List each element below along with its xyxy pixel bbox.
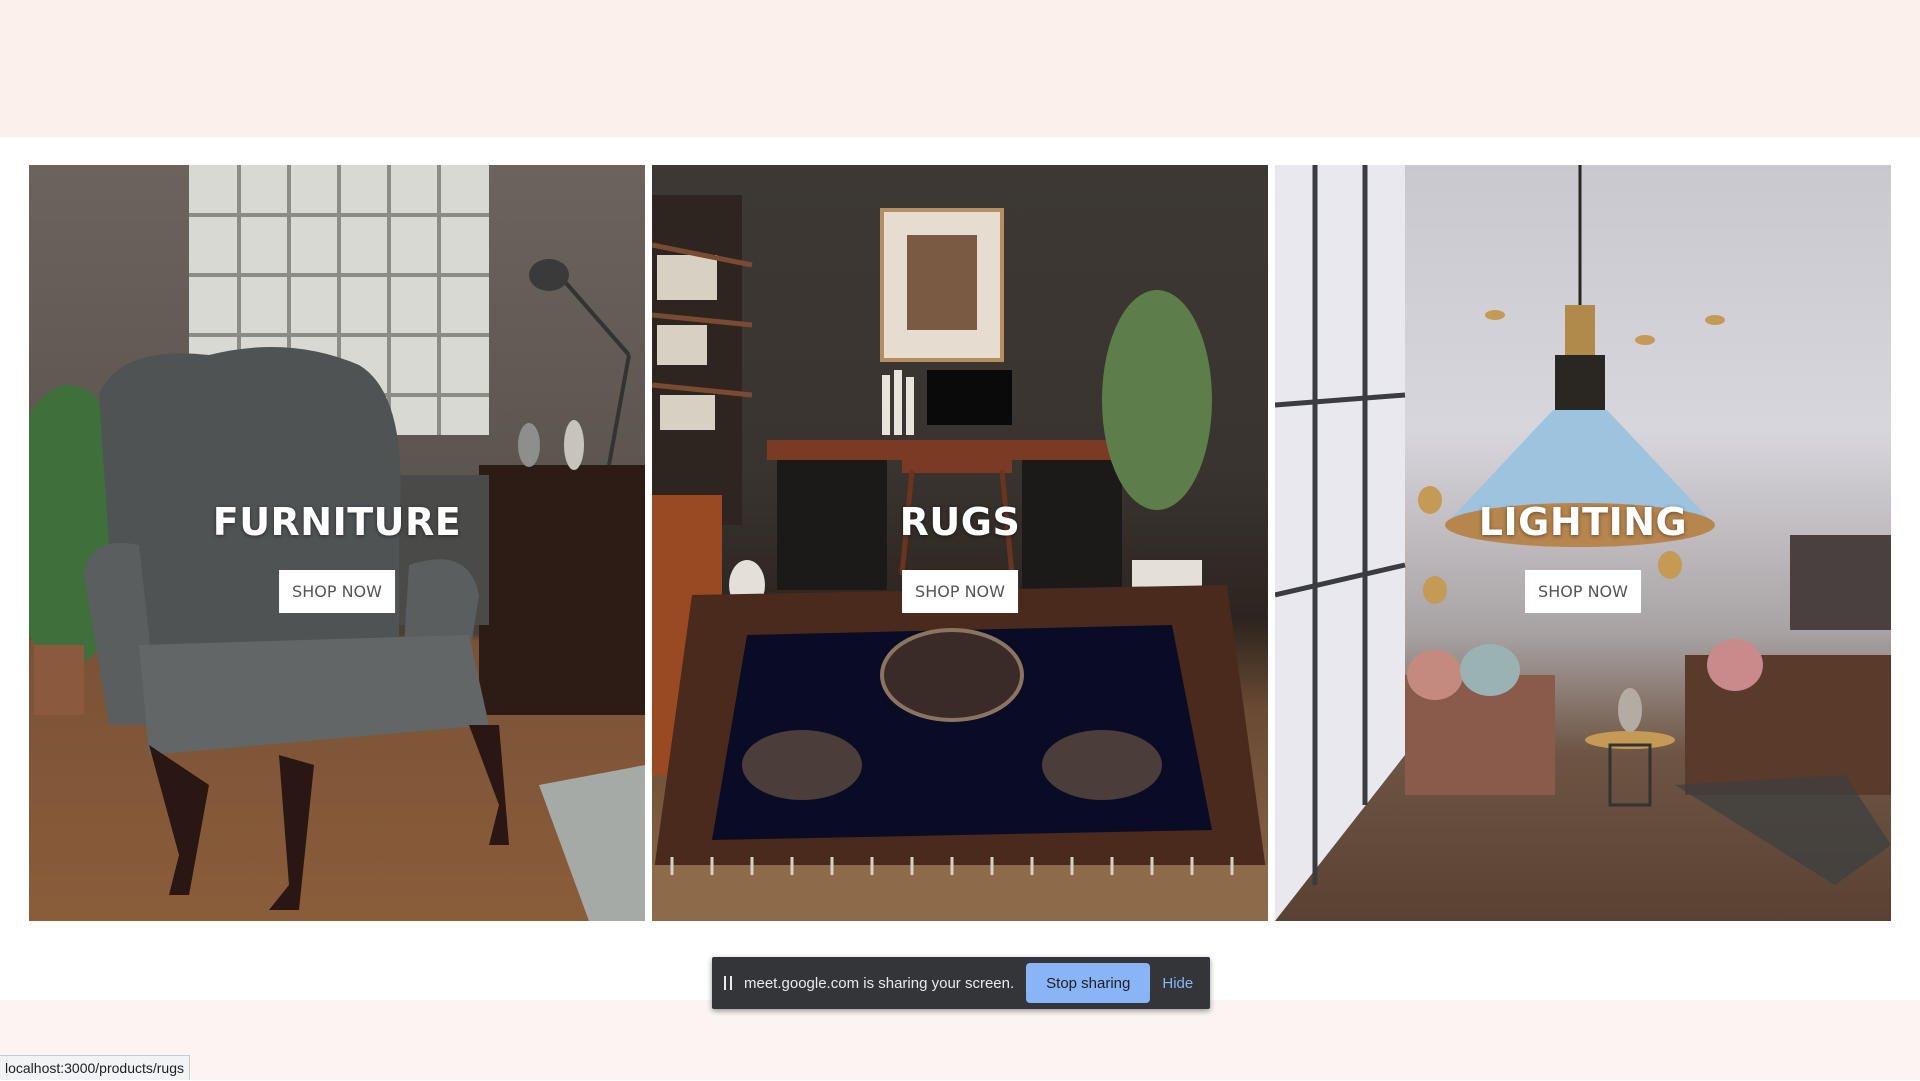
- shop-now-furniture-button[interactable]: SHOP NOW: [279, 570, 395, 613]
- shop-now-rugs-button[interactable]: SHOP NOW: [902, 570, 1018, 613]
- screen-share-bar: meet.google.com is sharing your screen. …: [712, 957, 1210, 1009]
- category-grid: FURNITURE SHOP NOW RUGS SHOP NOW LIGHTIN…: [29, 165, 1891, 921]
- category-card-rugs[interactable]: RUGS SHOP NOW: [652, 165, 1268, 921]
- category-card-furniture[interactable]: FURNITURE SHOP NOW: [29, 165, 645, 921]
- pause-icon: [724, 976, 732, 990]
- footer-band: [0, 1000, 1920, 1080]
- category-card-lighting[interactable]: LIGHTING SHOP NOW: [1275, 165, 1891, 921]
- category-title: RUGS: [899, 500, 1021, 544]
- status-bar-url: localhost:3000/products/rugs: [0, 1055, 190, 1080]
- shop-now-lighting-button[interactable]: SHOP NOW: [1525, 570, 1641, 613]
- hide-button[interactable]: Hide: [1162, 975, 1193, 992]
- stop-sharing-button[interactable]: Stop sharing: [1026, 963, 1151, 1003]
- category-title: FURNITURE: [212, 500, 462, 544]
- category-title: LIGHTING: [1478, 500, 1688, 544]
- header-band: [0, 0, 1920, 137]
- share-message: meet.google.com is sharing your screen.: [744, 974, 1015, 992]
